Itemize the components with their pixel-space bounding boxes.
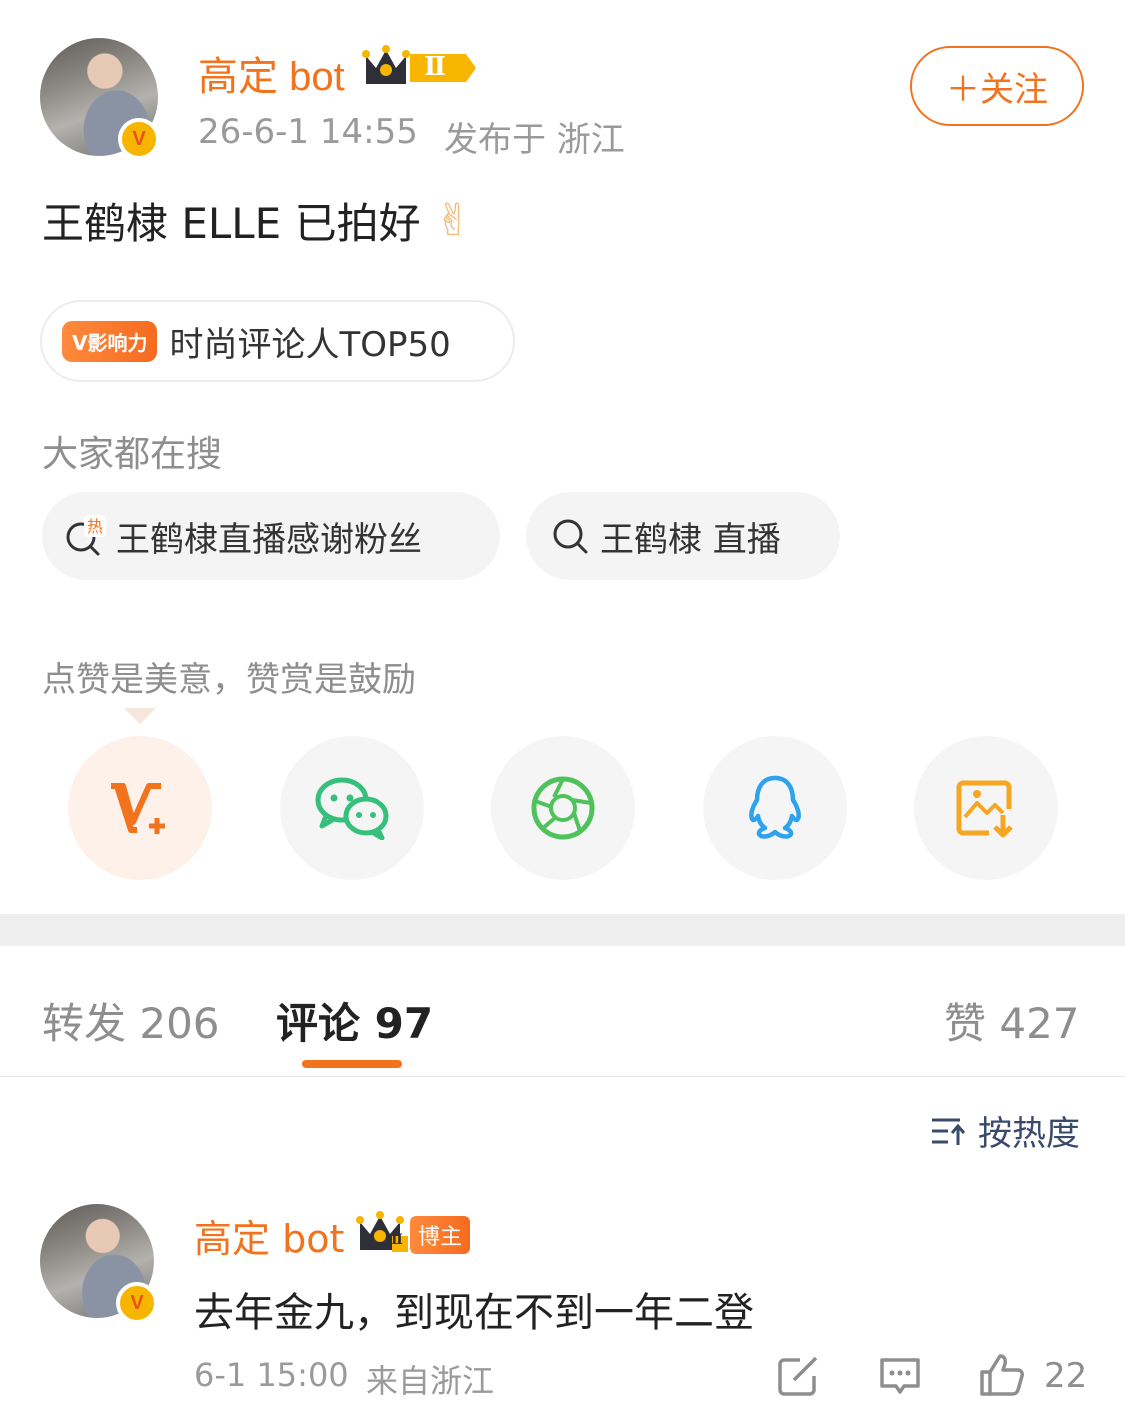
trending-title: 大家都在搜 <box>42 434 223 475</box>
share-moments[interactable] <box>491 736 635 880</box>
post-location: 发布于 浙江 <box>444 120 625 160</box>
victory-hand-emoji: ✌ <box>434 195 472 246</box>
post-text: 王鹤棣 ELLE 已拍好 ✌ <box>42 190 471 251</box>
crown-level-icon <box>362 44 480 90</box>
share-save-image[interactable] <box>914 736 1058 880</box>
tooltip-pointer <box>124 708 156 724</box>
share-v-plus[interactable] <box>68 736 212 880</box>
comment-reply-icon[interactable] <box>878 1356 922 1400</box>
comment-level-badge: Ⅱ <box>391 1232 403 1248</box>
comment-text: 去年金九，到现在不到一年二登 <box>194 1290 754 1336</box>
moments-icon <box>531 776 595 840</box>
trending-chip-1[interactable]: 热 王鹤棣直播感谢粉丝 <box>42 492 500 580</box>
comment-timestamp: 6-1 15:00 <box>194 1356 349 1394</box>
qq-icon <box>749 775 801 839</box>
tabs-divider <box>0 1076 1125 1077</box>
author-name[interactable]: 高定 bot <box>198 44 345 102</box>
search-icon <box>550 516 590 556</box>
section-separator <box>0 914 1125 946</box>
influence-pill[interactable]: V影响力 时尚评论人TOP50 <box>40 300 515 382</box>
hot-search-icon: 热 <box>64 515 106 557</box>
share-qq[interactable] <box>703 736 847 880</box>
trending-chip-2[interactable]: 王鹤棣 直播 <box>526 492 840 580</box>
tab-likes[interactable]: 赞 427 <box>944 990 1080 1051</box>
trending-chip-2-label: 王鹤棣 直播 <box>600 519 781 560</box>
follow-button[interactable]: ＋关注 <box>910 46 1084 126</box>
sort-icon <box>932 1118 966 1145</box>
comment-repost-icon[interactable] <box>778 1356 820 1400</box>
wechat-icon <box>315 777 389 840</box>
author-role-badge: 博主 <box>410 1216 471 1254</box>
post-text-content: 王鹤棣 ELLE 已拍好 <box>42 199 421 248</box>
share-wechat[interactable] <box>280 736 424 880</box>
sort-label: 按热度 <box>978 1114 1080 1154</box>
svg-text:热: 热 <box>87 517 103 536</box>
save-image-icon <box>956 780 1013 838</box>
trending-chip-1-label: 王鹤棣直播感谢粉丝 <box>116 519 422 560</box>
comment-like-count: 22 <box>1044 1356 1088 1396</box>
level-badge-text: Ⅱ <box>424 52 446 82</box>
active-tab-indicator <box>302 1060 402 1068</box>
influence-label: 时尚评论人TOP50 <box>169 324 451 365</box>
comment-like-icon[interactable] <box>978 1352 1026 1402</box>
sort-button[interactable]: 按热度 <box>930 1106 1080 1155</box>
comment-location: 来自浙江 <box>366 1362 495 1400</box>
reward-text: 点赞是美意，赞赏是鼓励 <box>42 660 416 700</box>
tab-comments[interactable]: 评论 97 <box>276 990 433 1051</box>
v-plus-icon <box>111 783 165 834</box>
influence-tag: V影响力 <box>62 320 158 362</box>
comment-author[interactable]: 高定 bot <box>194 1208 344 1263</box>
tab-repost[interactable]: 转发 206 <box>42 990 220 1051</box>
post-timestamp: 26-6-1 14:55 <box>198 112 418 152</box>
comment-verified-badge-icon: V <box>116 1282 158 1324</box>
verified-badge-icon: V <box>118 118 160 160</box>
